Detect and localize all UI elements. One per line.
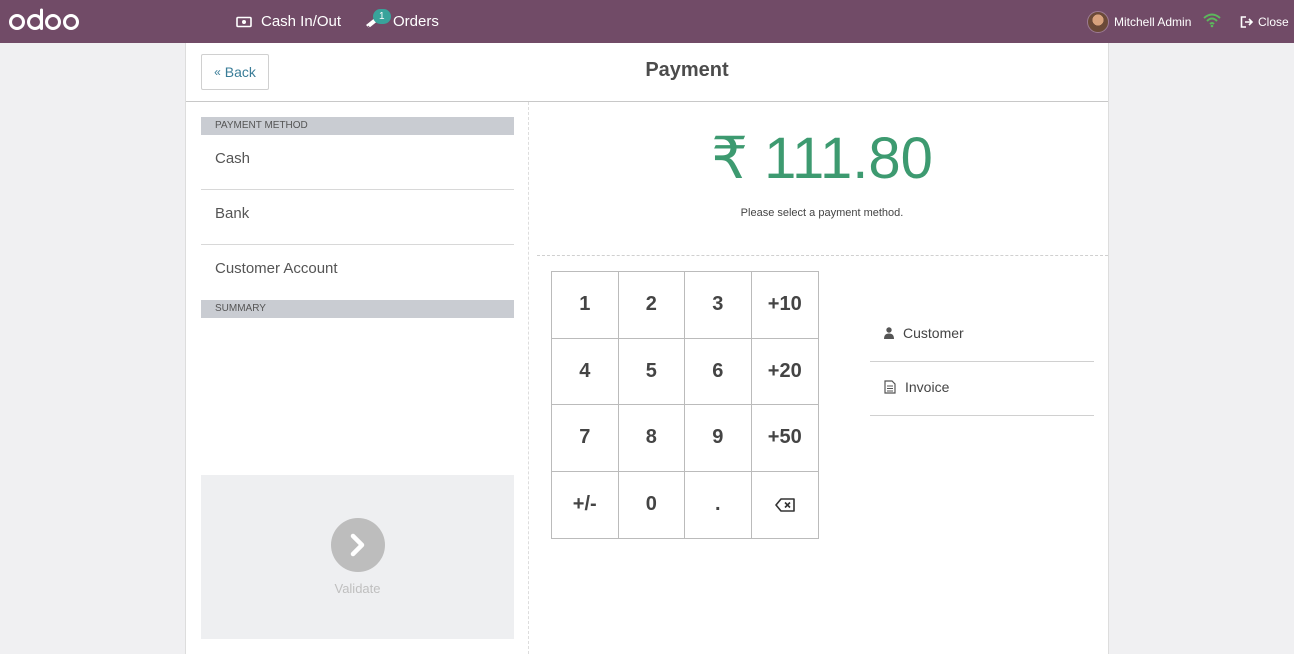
payment-method-label: Customer Account <box>215 260 338 277</box>
payment-method-customer-account[interactable]: Customer Account <box>201 245 514 300</box>
numpad-key-3[interactable]: 3 <box>685 272 752 339</box>
close-button[interactable]: Close <box>1240 0 1289 43</box>
money-icon <box>236 16 252 28</box>
numpad-key-5[interactable]: 5 <box>618 338 685 405</box>
orders-count-badge: 1 <box>373 9 391 24</box>
numpad-key-7[interactable]: 7 <box>552 405 619 472</box>
divider <box>537 255 1108 256</box>
page-title: Payment <box>645 59 729 81</box>
invoice-button[interactable]: Invoice <box>870 362 1094 416</box>
orders-label: Orders <box>393 13 439 30</box>
cash-in-out-label: Cash In/Out <box>261 13 342 30</box>
user-menu[interactable]: Mitchell Admin <box>1087 0 1191 43</box>
numpad: 1 2 3 +10 4 5 6 +20 7 8 9 +50 +/- 0 . <box>551 271 819 539</box>
sign-out-icon <box>1240 15 1254 28</box>
payment-method-bank[interactable]: Bank <box>201 190 514 245</box>
numpad-key-0[interactable]: 0 <box>618 471 685 538</box>
top-bar: Cash In/Out 1 Orders Mitchell Admin Clos… <box>0 0 1294 43</box>
numpad-key-6[interactable]: 6 <box>685 338 752 405</box>
customer-label: Customer <box>903 325 964 341</box>
payment-method-cash[interactable]: Cash <box>201 135 514 190</box>
numpad-key-plus-minus[interactable]: +/- <box>552 471 619 538</box>
payment-method-label: Cash <box>215 150 251 167</box>
payment-methods-panel: PAYMENT METHOD Cash Bank Customer Accoun… <box>186 102 529 654</box>
odoo-logo <box>9 8 79 30</box>
payment-hint: Please select a payment method. <box>740 207 904 219</box>
payment-screen: « Back Payment PAYMENT METHOD Cash Bank … <box>185 43 1109 654</box>
close-label: Close <box>1258 14 1289 29</box>
numpad-key-decimal[interactable]: . <box>685 471 752 538</box>
summary-header: SUMMARY <box>201 300 514 318</box>
customer-button[interactable]: Customer <box>870 308 1094 362</box>
user-name: Mitchell Admin <box>1114 14 1192 29</box>
backspace-icon <box>774 497 795 512</box>
user-icon <box>884 327 894 339</box>
numpad-key-backspace[interactable] <box>751 471 818 538</box>
payment-method-label: Bank <box>215 205 250 222</box>
chevron-right-icon <box>330 518 385 572</box>
orders-button[interactable]: 1 Orders <box>364 0 439 43</box>
cash-in-out-button[interactable]: Cash In/Out <box>236 0 341 43</box>
validate-button[interactable]: Validate <box>201 475 514 639</box>
validate-label: Validate <box>334 581 381 596</box>
payment-method-header: PAYMENT METHOD <box>201 117 514 135</box>
avatar <box>1087 10 1109 33</box>
file-text-icon <box>884 380 896 394</box>
numpad-key-9[interactable]: 9 <box>685 405 752 472</box>
wifi-icon <box>1203 13 1221 28</box>
payment-details-panel: ₹ 111.80 Please select a payment method.… <box>529 102 1108 654</box>
total-amount: ₹ 111.80 <box>711 126 933 191</box>
numpad-key-plus-20[interactable]: +20 <box>751 338 818 405</box>
numpad-key-1[interactable]: 1 <box>552 272 619 339</box>
numpad-key-2[interactable]: 2 <box>618 272 685 339</box>
invoice-label: Invoice <box>905 379 950 395</box>
numpad-key-plus-50[interactable]: +50 <box>751 405 818 472</box>
payment-header: « Back Payment <box>186 43 1108 102</box>
numpad-key-plus-10[interactable]: +10 <box>751 272 818 339</box>
numpad-key-4[interactable]: 4 <box>552 338 619 405</box>
numpad-key-8[interactable]: 8 <box>618 405 685 472</box>
